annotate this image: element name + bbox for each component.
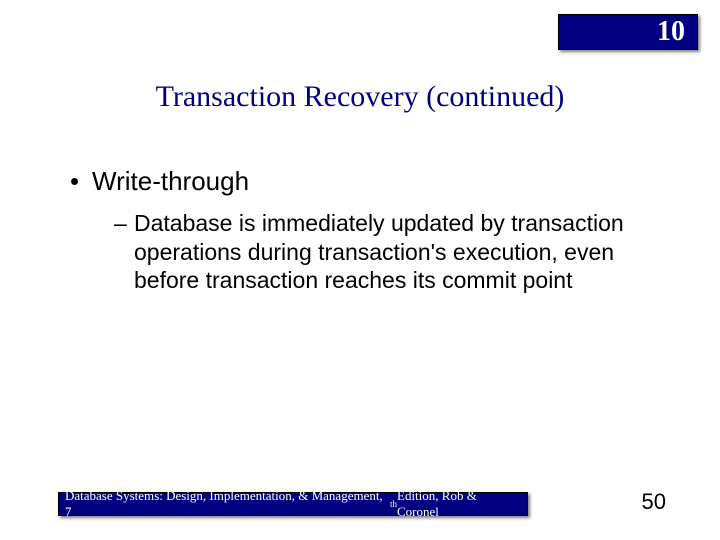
bullet-level-2: Database is immediately updated by trans… bbox=[70, 209, 680, 295]
footer-superscript: th bbox=[390, 499, 397, 509]
bullet-level-1: Write-through bbox=[70, 165, 680, 199]
footer-text-before: Database Systems: Design, Implementation… bbox=[65, 488, 390, 520]
footer-text-after: Edition, Rob & Coronel bbox=[397, 488, 521, 520]
chapter-number: 10 bbox=[657, 16, 685, 48]
footer-citation: Database Systems: Design, Implementation… bbox=[58, 492, 528, 516]
content-area: Write-through Database is immediately up… bbox=[70, 165, 680, 295]
chapter-badge: 10 bbox=[558, 14, 698, 50]
slide-title: Transaction Recovery (continued) bbox=[0, 80, 720, 114]
page-number: 50 bbox=[642, 489, 666, 515]
